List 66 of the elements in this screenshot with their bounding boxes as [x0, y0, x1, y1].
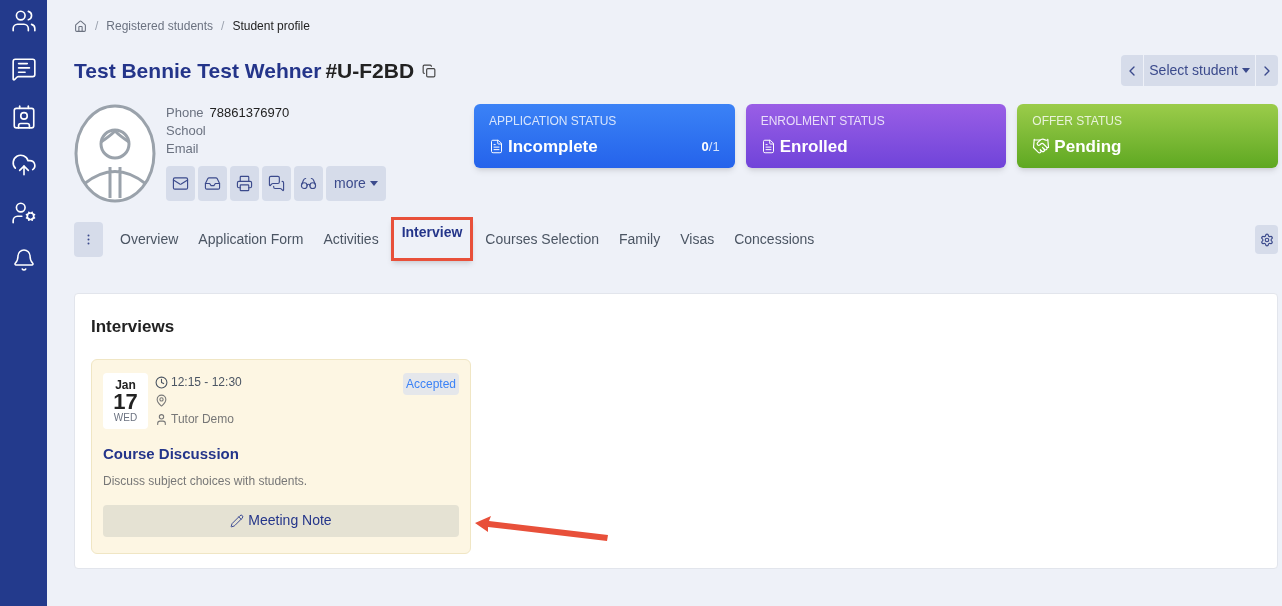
meeting-note-button[interactable]: Meeting Note	[103, 504, 459, 537]
printer-button[interactable]	[230, 165, 259, 201]
more-button[interactable]: more	[326, 165, 386, 201]
tab[interactable]: Concessions	[726, 221, 823, 258]
inbox-icon	[204, 174, 221, 192]
contact-value: 78861376970	[209, 103, 290, 122]
breadcrumb-separator: /	[221, 18, 225, 35]
handshake-icon	[1032, 137, 1051, 156]
users-settings-icon[interactable]	[10, 200, 37, 226]
interview-title: Course Discussion	[103, 444, 240, 464]
tab[interactable]: Courses Selection	[477, 221, 607, 258]
home-icon[interactable]	[74, 19, 87, 33]
select-student-dropdown[interactable]: Select student	[1143, 55, 1256, 87]
tab[interactable]: Activities	[315, 221, 387, 258]
status-heading: OFFER STATUS	[1032, 113, 1123, 128]
student-name: Test Bennie Test Wehner	[74, 58, 322, 84]
status-heading: APPLICATION STATUS	[489, 113, 618, 128]
avatar-silhouette-icon	[74, 103, 156, 203]
contact-label: School	[166, 121, 206, 140]
pencil-icon	[230, 513, 245, 528]
tab[interactable]: Application Form	[190, 221, 312, 258]
status-count: 0/1	[701, 137, 720, 156]
bell-icon[interactable]	[11, 248, 36, 272]
breadcrumb-separator: /	[95, 18, 99, 35]
interview-description: Discuss subject choices with students.	[103, 472, 309, 490]
date-day: 17	[113, 391, 138, 413]
location-pin-icon	[155, 394, 168, 407]
status-value: Incomplete	[508, 135, 598, 158]
glasses-button[interactable]	[294, 165, 323, 201]
tab[interactable]: Interview	[390, 216, 474, 261]
contact-label: Email	[166, 139, 199, 158]
breadcrumb-link[interactable]: Registered students	[106, 17, 214, 35]
vertical-dots-icon	[87, 234, 90, 245]
copy-icon[interactable]	[422, 63, 437, 78]
panel-heading: Interviews	[91, 315, 176, 338]
tutor-name: Tutor Demo	[171, 411, 234, 428]
cloud-upload-icon[interactable]	[10, 152, 37, 178]
chat-icon	[268, 174, 285, 192]
status-value: Enrolled	[779, 135, 848, 158]
student-id: #U-F2BD	[325, 58, 415, 84]
users-icon[interactable]	[10, 8, 37, 34]
settings-button[interactable]	[1255, 225, 1278, 254]
document-icon	[489, 138, 504, 154]
caret-icon	[369, 180, 378, 186]
tab[interactable]: Family	[610, 221, 669, 258]
message-icon[interactable]	[10, 56, 37, 82]
inbox-button[interactable]	[198, 165, 227, 201]
contact-label: Phone	[166, 103, 204, 122]
breadcrumb-current: Student profile	[232, 18, 310, 35]
chat-button[interactable]	[262, 165, 291, 201]
document-icon	[760, 138, 776, 154]
printer-icon	[236, 174, 253, 192]
settings-icon	[1259, 232, 1274, 247]
status-value: Pending	[1054, 135, 1122, 158]
email-button[interactable]	[166, 165, 195, 201]
tab[interactable]: Visas	[672, 221, 723, 258]
status-badge: Accepted	[402, 373, 459, 395]
interview-time: 12:15 - 12:30	[171, 374, 242, 391]
clock-icon	[155, 375, 168, 389]
status-heading: ENROLMENT STATUS	[760, 113, 886, 128]
date-weekday: WED	[113, 413, 138, 423]
tab[interactable]: Overview	[112, 221, 187, 258]
person-icon	[155, 412, 168, 426]
caret-icon	[1242, 68, 1250, 74]
email-icon	[172, 174, 189, 192]
date-month: Jan	[115, 379, 136, 391]
